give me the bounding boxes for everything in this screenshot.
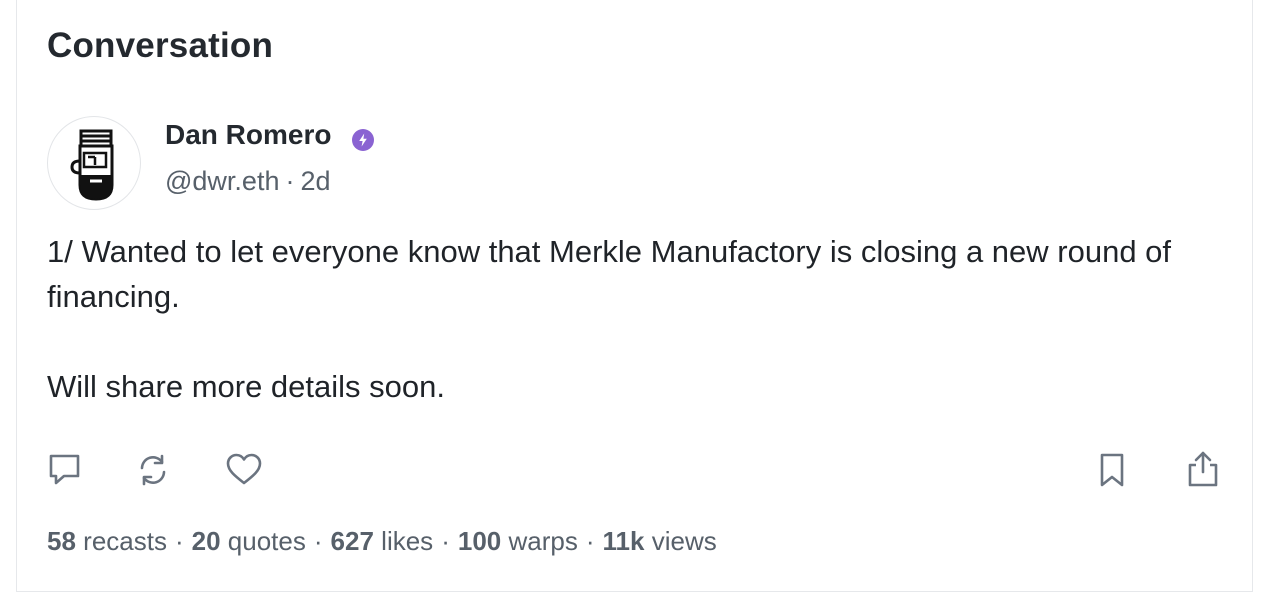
- recast-button[interactable]: [135, 452, 171, 488]
- stat-count: 58: [47, 526, 76, 556]
- stat-label: recasts: [83, 526, 167, 556]
- reply-button[interactable]: [47, 452, 83, 488]
- meta-separator: ·: [285, 166, 295, 196]
- post-paragraph: 1/ Wanted to let everyone know that Merk…: [47, 234, 1172, 314]
- bookmark-button[interactable]: [1094, 452, 1130, 488]
- stat-label: quotes: [227, 526, 306, 556]
- share-icon: [1188, 451, 1218, 487]
- stat-count: 11k: [602, 526, 645, 556]
- pirate-avatar-icon: [70, 129, 114, 201]
- post-timestamp[interactable]: 2d: [300, 166, 330, 196]
- stat-quotes[interactable]: 20 quotes: [192, 526, 306, 556]
- stat-separator: ·: [313, 526, 323, 556]
- stat-count: 100: [457, 526, 502, 556]
- stat-recasts[interactable]: 58 recasts: [47, 526, 167, 556]
- bookmark-icon: [1100, 453, 1124, 487]
- stat-separator: ·: [441, 526, 450, 556]
- stat-count: 20: [191, 526, 221, 556]
- stat-label: warps: [508, 526, 578, 556]
- stat-label: likes: [381, 526, 434, 556]
- stat-separator: ·: [585, 526, 595, 556]
- comment-icon: [49, 454, 80, 485]
- author-handle[interactable]: @dwr.eth: [165, 166, 279, 196]
- author-name[interactable]: Dan Romero: [165, 119, 331, 151]
- post-body: 1/ Wanted to let everyone know that Merk…: [47, 229, 1227, 409]
- post-stats: 58 recasts · 20 quotes · 627 likes · 100 warps…: [47, 526, 717, 557]
- share-button[interactable]: [1185, 450, 1221, 487]
- recast-icon: [140, 454, 166, 486]
- stat-warps[interactable]: 100 warps: [458, 526, 578, 556]
- like-button[interactable]: [225, 452, 262, 488]
- stat-likes[interactable]: 627 likes: [331, 526, 434, 556]
- stat-label: views: [651, 526, 717, 556]
- stat-separator: ·: [174, 526, 184, 556]
- verified-badge-icon: [352, 129, 374, 151]
- heart-icon: [226, 453, 262, 485]
- post-paragraph: Will share more details soon.: [47, 369, 445, 404]
- page-title: Conversation: [47, 26, 274, 65]
- stat-count: 627: [330, 526, 374, 556]
- author-avatar[interactable]: [47, 116, 141, 210]
- post-meta: @dwr.eth · 2d: [165, 166, 331, 197]
- stat-views[interactable]: 11k views: [603, 526, 717, 556]
